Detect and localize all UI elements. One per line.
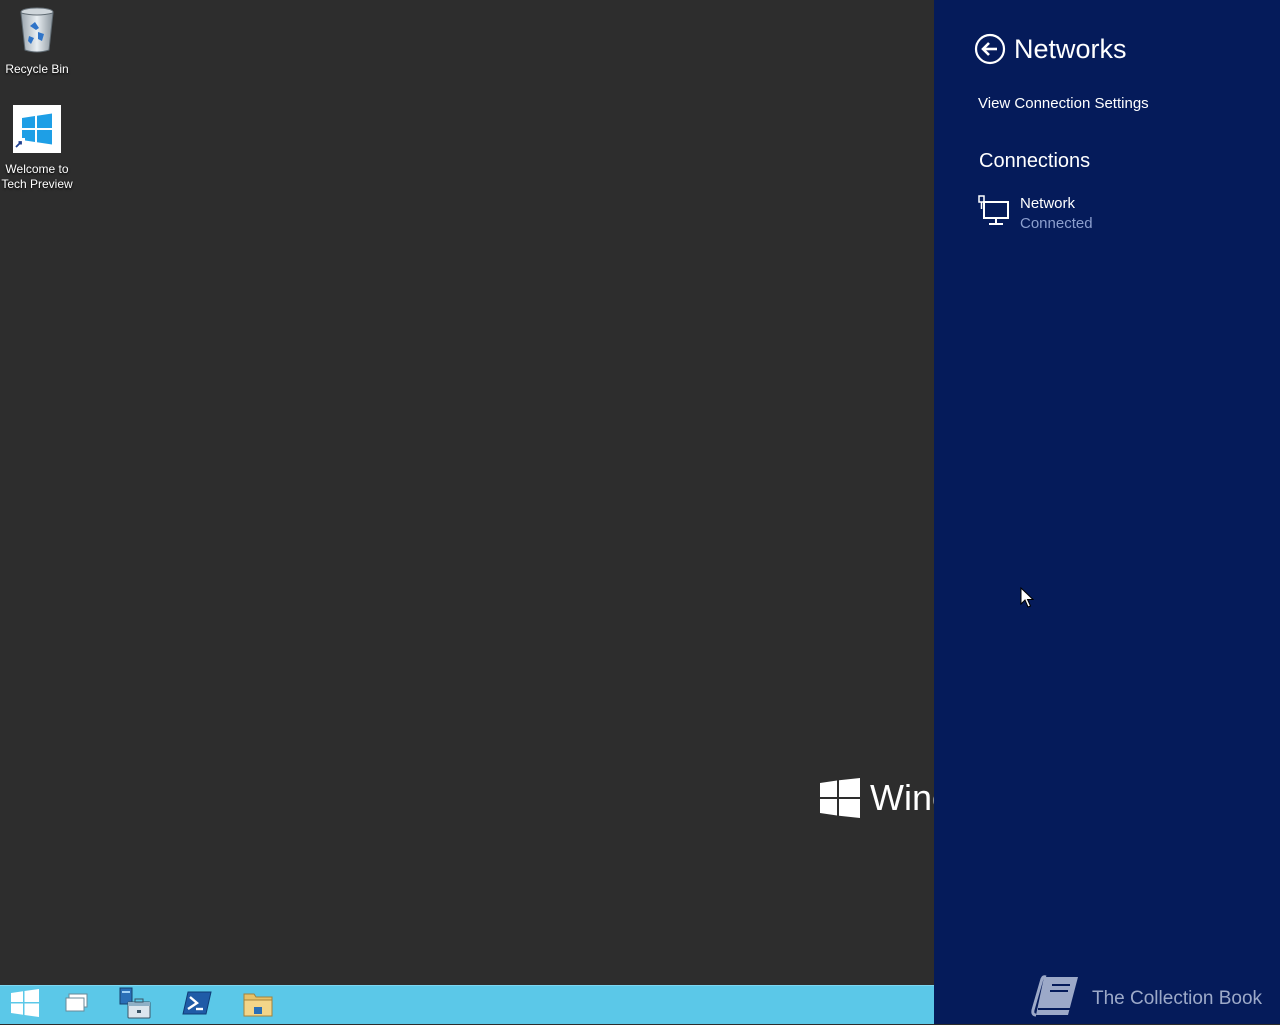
powershell-icon: [182, 991, 212, 1020]
taskbar: [0, 985, 934, 1024]
start-icon: [11, 989, 39, 1022]
back-arrow-icon[interactable]: [974, 33, 1006, 65]
windows-logo-tile-icon: [0, 104, 74, 158]
recycle-bin-label: Recycle Bin: [5, 62, 69, 76]
charm-header: Networks: [974, 32, 1127, 66]
network-status: Connected: [1020, 215, 1093, 232]
page-title: Networks: [1014, 34, 1127, 64]
watermark-text: Winc: [870, 777, 934, 818]
desktop: Recycle Bin Welcome to Tech Preview Win: [0, 0, 934, 985]
recycle-bin-icon: [0, 6, 74, 58]
brand-watermark: The Collection Book: [1030, 975, 1262, 1023]
task-view-icon: [64, 993, 90, 1018]
mouse-cursor-icon: [1020, 586, 1035, 609]
powershell-button[interactable]: [172, 986, 222, 1025]
task-view-button[interactable]: [52, 986, 102, 1025]
start-button[interactable]: [0, 986, 50, 1025]
welcome-label-line1: Welcome to: [5, 162, 69, 176]
book-icon: [1030, 973, 1082, 1025]
network-name: Network: [1020, 195, 1076, 212]
brand-text: The Collection Book: [1092, 988, 1263, 1009]
connections-heading: Connections: [979, 150, 1091, 172]
network-text: Network Connected: [1020, 194, 1093, 238]
windows-logo-icon: [820, 778, 860, 828]
server-manager-icon: [118, 986, 152, 1025]
welcome-label-line2: Tech Preview: [1, 177, 73, 191]
windows-watermark: Winc: [820, 776, 934, 820]
recycle-bin-shortcut[interactable]: Recycle Bin: [0, 6, 74, 77]
server-manager-button[interactable]: [110, 986, 160, 1025]
wired-network-icon: [978, 195, 1010, 227]
networks-charm-panel: Networks View Connection Settings Connec…: [934, 0, 1280, 1024]
file-explorer-icon: [242, 988, 274, 1023]
welcome-shortcut[interactable]: Welcome to Tech Preview: [0, 104, 74, 192]
network-connection-item[interactable]: Network Connected: [978, 194, 1258, 238]
file-explorer-button[interactable]: [233, 986, 283, 1025]
view-connection-settings-link[interactable]: View Connection Settings: [978, 95, 1149, 112]
